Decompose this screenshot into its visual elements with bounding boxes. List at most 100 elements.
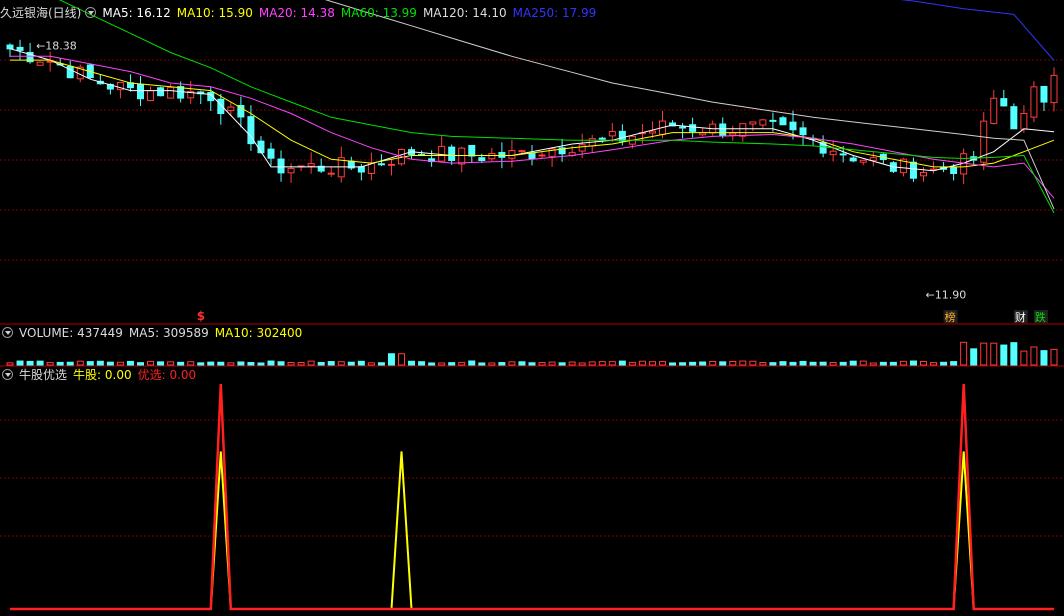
volume-bar	[157, 361, 165, 366]
volume-bar	[147, 360, 155, 366]
candle-body	[438, 145, 446, 162]
ma5-value: MA5: 16.12	[102, 6, 171, 20]
volume-bar	[66, 361, 74, 366]
bull-line	[10, 451, 1054, 610]
volume-bar	[367, 362, 375, 366]
volume-bar	[126, 360, 134, 366]
volume-bar	[1000, 344, 1008, 366]
volume-bar	[739, 360, 747, 366]
event-badge-label: 榜	[945, 310, 956, 324]
volume-bar	[980, 342, 988, 366]
volume-bar	[889, 361, 897, 366]
ma60-value: MA60: 13.99	[340, 6, 417, 20]
volume-group	[6, 341, 1058, 366]
ma10-value: MA10: 15.90	[176, 6, 253, 20]
candle-body	[689, 124, 697, 132]
volume-bar	[568, 361, 576, 366]
candle-body	[538, 154, 546, 157]
volume-bar	[498, 362, 506, 366]
volume-bar	[648, 361, 656, 366]
volume-bar	[56, 361, 64, 366]
volume-bar	[508, 361, 516, 366]
candle-body	[729, 132, 737, 136]
collapse-toggle-icon[interactable]	[2, 327, 13, 338]
volume-bar	[267, 360, 275, 366]
volume-bar	[6, 362, 14, 366]
ma120-value: MA120: 14.10	[422, 6, 507, 20]
volume-bar	[578, 362, 586, 366]
ma250-value: MA250: 17.99	[512, 6, 597, 20]
volume-bar	[1010, 342, 1018, 366]
volume-bar	[398, 353, 405, 366]
candle-body	[387, 163, 395, 166]
candle-body	[478, 157, 486, 161]
volume-bar	[418, 361, 426, 366]
buy-signal-mark: $	[197, 309, 205, 323]
collapse-toggle-icon[interactable]	[2, 369, 13, 380]
candle-body	[36, 61, 44, 66]
volume-bar	[899, 360, 907, 366]
volume-bar	[46, 362, 54, 366]
volume-bar	[879, 361, 887, 366]
volume-bar	[488, 362, 496, 366]
candle-body	[1020, 113, 1028, 130]
event-badge-label: 跌	[1035, 310, 1046, 324]
volume-bar	[1020, 350, 1028, 366]
low-price-label: ←11.90	[926, 289, 967, 302]
candle-body	[990, 97, 998, 124]
volume-bar	[669, 362, 677, 366]
volume-bar	[317, 362, 325, 366]
candle-body	[488, 153, 496, 160]
candle-body	[518, 150, 526, 153]
volume-bar	[548, 361, 556, 366]
volume-bar	[257, 362, 265, 366]
candle-body	[739, 123, 747, 137]
volume-bar	[36, 360, 44, 366]
volume-bar	[679, 362, 687, 366]
candle-body	[1030, 86, 1038, 118]
volume-bar	[709, 360, 717, 366]
volume-bar	[638, 360, 646, 366]
volume-bar	[347, 361, 355, 366]
volume-bar	[1030, 346, 1038, 366]
volume-bar	[628, 361, 636, 366]
candle-body	[849, 157, 857, 162]
volume-bar	[227, 362, 235, 366]
volume-bar	[729, 360, 737, 366]
candle-body	[458, 147, 466, 165]
collapse-toggle-icon[interactable]	[85, 7, 97, 18]
volume-bar	[468, 360, 476, 366]
volume-bar	[387, 353, 395, 366]
chart-canvas[interactable]: ←18.38 ←11.90 $ 榜 财跌	[0, 0, 1064, 616]
volume-bar	[327, 361, 335, 366]
volume-bar	[137, 362, 144, 366]
volume-bar	[86, 361, 94, 366]
candle-body	[377, 163, 385, 166]
volume-bar	[207, 361, 215, 366]
candle-body	[608, 131, 616, 137]
volume-bar	[779, 361, 787, 366]
volume-bar	[839, 361, 847, 366]
volume-bar	[940, 361, 948, 366]
candle-body	[769, 119, 777, 122]
candle-body	[1050, 74, 1058, 104]
candle-body	[267, 148, 275, 159]
volume-bar	[197, 362, 205, 366]
volume-bar	[287, 362, 295, 366]
candle-body	[16, 46, 24, 51]
candle-body	[759, 119, 767, 126]
volume-bar	[438, 362, 446, 366]
candle-body	[307, 163, 315, 167]
volume-value: VOLUME: 437449	[19, 326, 123, 340]
volume-bar	[909, 360, 917, 366]
indicator-name: 牛股优选	[19, 368, 68, 382]
volume-bar	[528, 362, 536, 366]
candle-body	[167, 86, 175, 99]
volume-bar	[659, 361, 666, 366]
volume-bar	[789, 361, 797, 366]
volume-bar	[598, 361, 606, 366]
candle-body	[157, 87, 165, 97]
main-legend: 久远银海(日线) MA5: 16.12 MA10: 15.90 MA20: 14.38…	[0, 4, 602, 22]
volume-bar	[337, 361, 345, 366]
candle-body	[869, 157, 877, 161]
